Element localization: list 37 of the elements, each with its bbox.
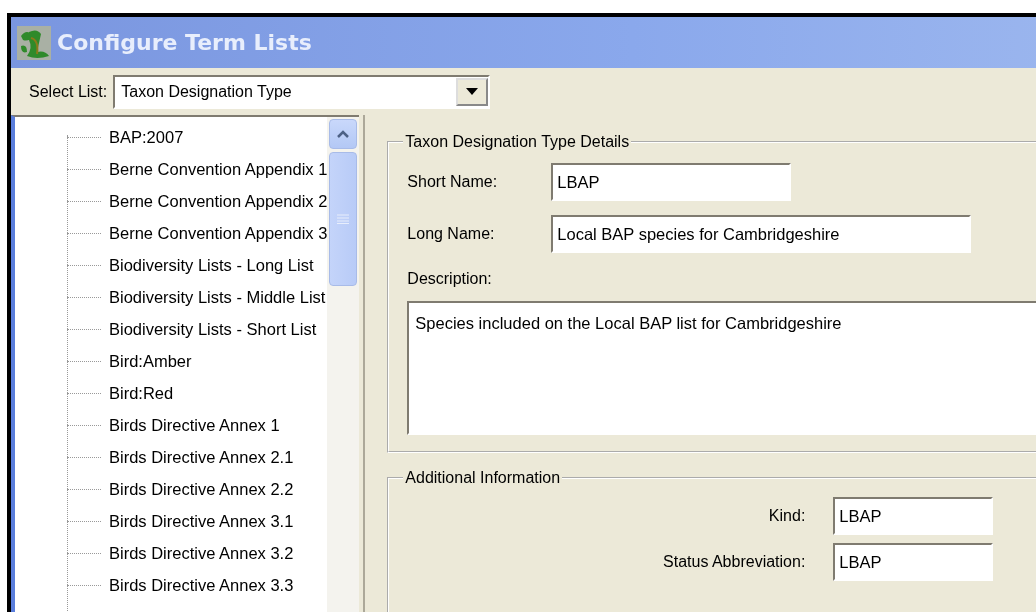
scroll-up-button[interactable]: [329, 119, 358, 149]
field-label: Kind:: [767, 506, 807, 526]
caret-icon: [466, 88, 479, 95]
tree-item[interactable]: Berne Convention Appendix 1: [109, 156, 328, 182]
chevron-up-icon: [337, 130, 350, 138]
tree-item[interactable]: Biodiversity Lists - Short List: [109, 316, 317, 342]
tree-item[interactable]: Bird:Amber: [109, 348, 192, 374]
long-name-field[interactable]: Local BAP species for Cambridgeshire: [551, 215, 972, 253]
input-field[interactable]: LBAP: [833, 543, 994, 581]
tree-item[interactable]: Birds Directive Annex 3.3: [109, 572, 294, 598]
field-label: Status Abbreviation:: [662, 552, 807, 572]
dropdown-button[interactable]: [456, 77, 489, 106]
tree-item[interactable]: Birds Directive Annex 3.1: [109, 508, 294, 534]
tree-item[interactable]: Birds Directive Annex 2.1: [109, 444, 294, 470]
window-title: Configure Term Lists: [57, 29, 312, 57]
field-label: Description:: [407, 269, 492, 289]
scroll-bar[interactable]: [327, 117, 360, 612]
tree-item[interactable]: Biodiversity Lists - Long List: [109, 252, 314, 278]
tree-item[interactable]: Birds Directive Annex 2.2: [109, 476, 294, 502]
tree-item[interactable]: Birds Directive Annex 1: [109, 412, 280, 438]
input-field[interactable]: LBAP: [833, 497, 994, 535]
tree-item[interactable]: Birds Directive Annex 3.2: [109, 540, 294, 566]
tree-item[interactable]: BAP:2007: [109, 124, 184, 150]
scroll-thumb[interactable]: [329, 152, 358, 286]
select-list-dropdown[interactable]: Taxon Designation Type: [113, 74, 491, 109]
short-name-field[interactable]: LBAP: [551, 163, 792, 201]
splitter[interactable]: [363, 115, 366, 612]
tree-item[interactable]: Berne Convention Appendix 3: [109, 220, 328, 246]
field-label: Long Name:: [407, 224, 496, 244]
leaf-icon: [17, 25, 51, 60]
tree-item[interactable]: Berne Convention Appendix 2: [109, 188, 328, 214]
grip-icon: [337, 214, 350, 224]
select-list-label: Select List:: [29, 81, 108, 102]
tree-item[interactable]: Bird:Red: [109, 380, 174, 406]
tree-item[interactable]: Biodiversity Lists - Middle List: [109, 284, 326, 310]
field-label: Short Name:: [407, 172, 499, 192]
description-field[interactable]: Species included on the Local BAP list for Cambridgeshire: [407, 301, 1036, 435]
